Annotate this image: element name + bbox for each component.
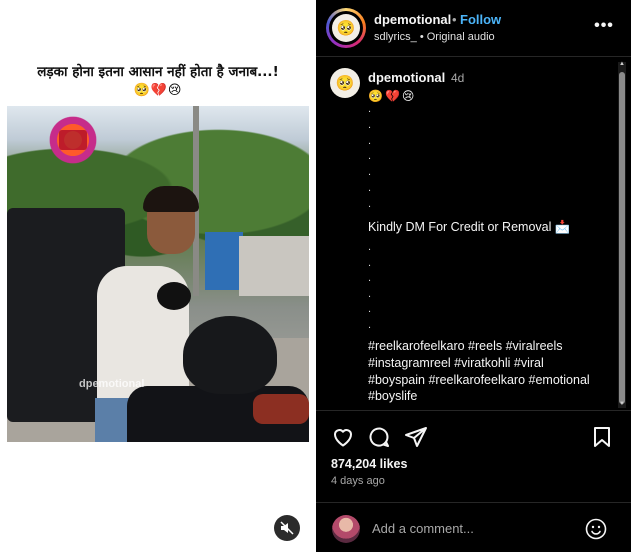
separator-dot: •	[452, 12, 457, 27]
caption-dots-bottom: . . . . . .	[368, 241, 372, 331]
avatar[interactable]: 🥺	[330, 68, 360, 98]
post-header: 🥺 dpemotional • Follow sdlyrics_ • Origi…	[316, 0, 631, 57]
add-comment-bar	[316, 502, 631, 552]
more-options-button[interactable]: •••	[592, 14, 616, 38]
media-caption: लड़का होना इतना आसान नहीं होता है जनाब..…	[37, 64, 279, 80]
smiley-icon[interactable]	[584, 517, 608, 541]
comment-icon[interactable]	[367, 425, 391, 449]
caption-timestamp[interactable]: 4d	[451, 71, 464, 85]
avatar: 🥺	[332, 14, 360, 42]
reel-media[interactable]: लड़का होना इतना आसान नहीं होता है जनाब..…	[0, 0, 316, 552]
story-ring[interactable]: 🥺	[326, 8, 366, 48]
blue-gate	[205, 232, 243, 290]
caption-credit-line: Kindly DM For Credit or Removal 📩	[368, 220, 571, 234]
heart-icon[interactable]	[331, 425, 355, 449]
caption-comment: 🥺 dpemotional 4d 🥺💔😢 . . . . . . . Kindl…	[316, 58, 631, 410]
rider-hair	[143, 186, 199, 212]
post-actions: 874,204 likes 4 days ago	[316, 410, 631, 502]
dpemotional-logo-overlay	[45, 112, 101, 168]
video-frame[interactable]: dpemotional	[7, 106, 309, 442]
scrollbar-thumb[interactable]	[619, 72, 625, 404]
scroll-up-arrow-icon[interactable]: ▲	[618, 60, 626, 68]
author-username[interactable]: dpemotional	[374, 12, 451, 27]
mute-button[interactable]	[274, 515, 300, 541]
likes-count[interactable]: 874,204 likes	[331, 457, 407, 471]
audio-link[interactable]: sdlyrics_ • Original audio	[374, 31, 495, 43]
share-icon[interactable]	[404, 425, 428, 449]
caption-emoji: 🥺💔😢	[368, 89, 417, 103]
motorbike-panel	[253, 394, 309, 424]
bookmark-icon[interactable]	[590, 425, 614, 449]
helmet	[183, 316, 277, 394]
follow-button[interactable]: Follow	[460, 12, 501, 27]
scroll-down-arrow-icon[interactable]: ▼	[618, 400, 626, 408]
post-age[interactable]: 4 days ago	[331, 475, 385, 487]
comment-input[interactable]	[372, 517, 572, 539]
caption-username[interactable]: dpemotional	[368, 70, 445, 85]
caption-hashtags[interactable]: #reelkarofeelkaro #reels #viralreels #in…	[368, 338, 598, 405]
bike-mirror	[157, 282, 191, 310]
media-caption-emoji: 🥺💔😢	[133, 83, 183, 98]
caption-dots-top: . . . . . . .	[368, 103, 372, 210]
post-info-panel: 🥺 dpemotional • Follow sdlyrics_ • Origi…	[316, 0, 631, 552]
video-watermark: dpemotional	[79, 378, 145, 390]
wall	[239, 236, 309, 296]
avatar	[332, 515, 360, 543]
